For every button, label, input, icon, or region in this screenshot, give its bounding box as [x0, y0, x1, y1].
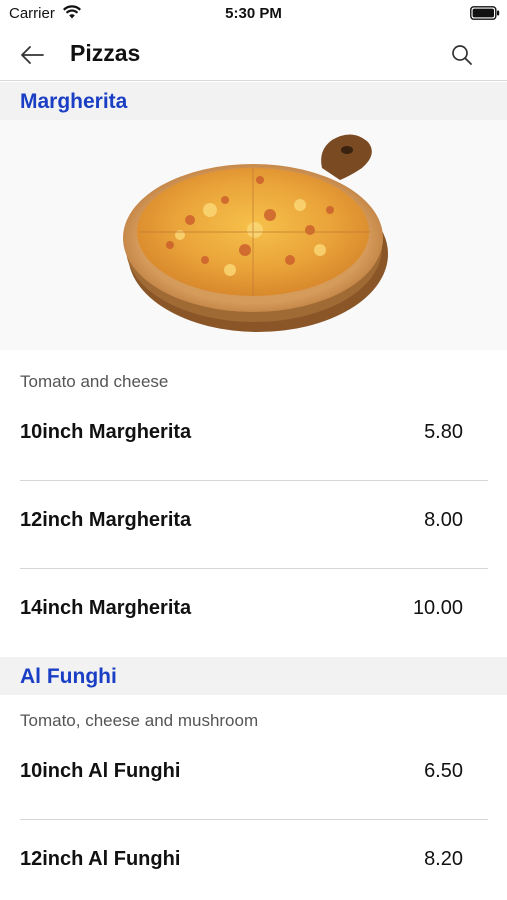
item-name: 10inch Margherita: [20, 421, 192, 443]
back-button[interactable]: [17, 41, 47, 69]
page-title: Pizzas: [70, 40, 141, 66]
menu-item-row[interactable]: 12inch Al Funghi 8.20: [20, 820, 488, 900]
search-button[interactable]: [447, 40, 477, 70]
item-name: 12inch Al Funghi: [20, 848, 181, 870]
item-name: 14inch Margherita: [20, 597, 192, 619]
item-price: 8.00: [424, 509, 463, 531]
section-header-margherita: Margherita: [0, 82, 507, 120]
battery-icon: [470, 6, 500, 20]
navigation-bar: Pizzas: [0, 30, 507, 81]
menu-item-row[interactable]: 10inch Al Funghi 6.50: [20, 732, 488, 820]
item-price: 8.20: [424, 848, 463, 870]
item-name: 10inch Al Funghi: [20, 760, 181, 782]
menu-item-row[interactable]: 14inch Margherita 10.00: [20, 569, 488, 657]
arrow-left-icon: [21, 46, 44, 64]
section-title: Al Funghi: [20, 665, 117, 688]
margherita-pizza-illustration: [123, 134, 388, 332]
clock: 5:30 PM: [225, 5, 282, 22]
status-bar: Carrier 5:30 PM: [0, 0, 507, 30]
item-name: 12inch Margherita: [20, 509, 192, 531]
item-price: 6.50: [424, 760, 463, 782]
menu-item-row[interactable]: 12inch Margherita 8.00: [20, 481, 488, 569]
item-price: 5.80: [424, 421, 463, 443]
pizza-image: [0, 120, 507, 350]
section-header-al-funghi: Al Funghi: [0, 657, 507, 695]
section-title: Margherita: [20, 90, 128, 113]
section-description: Tomato and cheese: [20, 372, 169, 391]
menu-item-row[interactable]: 10inch Margherita 5.80: [20, 393, 488, 481]
item-price: 10.00: [412, 597, 463, 619]
section-description: Tomato, cheese and mushroom: [20, 711, 259, 730]
search-icon: [452, 45, 472, 65]
